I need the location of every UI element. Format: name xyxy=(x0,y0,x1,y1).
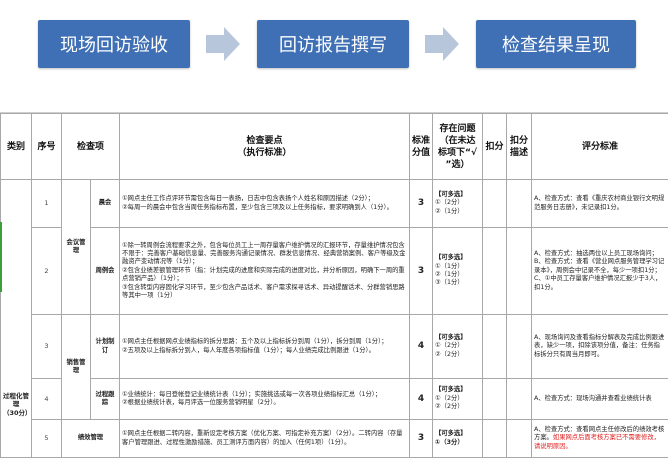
row-deduct-desc[interactable] xyxy=(507,228,532,315)
issue-option[interactable]: ①（3分） xyxy=(435,439,480,447)
issue-option[interactable]: ①（2分） xyxy=(435,342,480,350)
table-row: 5 绩效管理 ①网点主任根据二转内容，重新设定考核方案（优化方案、可指定补充方案… xyxy=(1,420,668,458)
criteria-note-red: 如果网点后面考核方案已不需要修改，请说明原因。 xyxy=(534,434,660,449)
inspection-spreadsheet: 类别 序号 检查项 检查要点 （执行标准） 标准分值 存在问题 （在未达标项下“√ ”… xyxy=(0,112,668,460)
row-criteria: A、检查方式：查看网点主任修改后的绩效考核方案。如果网点后面考核方案已不需要修改… xyxy=(532,420,668,458)
row-issues: 【可多选】①（1分）②（1分）③（1分） xyxy=(433,228,483,315)
inspection-table: 类别 序号 检查项 检查要点 （执行标准） 标准分值 存在问题 （在未达标项下“√ ”… xyxy=(0,113,668,458)
sub-item: 晨会 xyxy=(91,180,120,228)
sub-item: 绩效管理 xyxy=(62,420,120,458)
row-deduct-desc[interactable] xyxy=(507,379,532,420)
row-deduct[interactable] xyxy=(483,315,507,379)
flow-arrow-icon xyxy=(425,27,459,61)
row-score: 4 xyxy=(410,315,433,379)
row-deduct[interactable] xyxy=(483,379,507,420)
sub-item: 过程跟踪 xyxy=(91,379,120,420)
flow-step-result-presentation: 检查结果呈现 xyxy=(476,20,636,68)
row-points: ①网点主任根据网点业绩指标的拆分思路：五个及以上指标拆分到周（1分），拆分到周（… xyxy=(120,315,410,379)
row-issues: 【可多选】①（2分）②（2分） xyxy=(433,379,483,420)
issue-option[interactable]: ②（1分） xyxy=(435,208,480,216)
row-score: 3 xyxy=(410,420,433,458)
row-score: 3 xyxy=(410,228,433,315)
issue-title: 【可多选】 xyxy=(435,430,480,438)
sub-item: 周例会 xyxy=(91,228,120,315)
header-criteria: 评分标准 xyxy=(532,114,668,180)
header-item: 检查项 xyxy=(62,114,120,180)
header-points-sub: （执行标准） xyxy=(238,148,292,158)
row-deduct-desc[interactable] xyxy=(507,420,532,458)
row-criteria: A、检查方式：查看《重庆农村商业银行文明规范服务日志册》，未记录扣1分。 xyxy=(532,180,668,228)
table-row: 过程化管理（30分） 1 会议管理 晨会 ①网点主任工作点评环节需包含每日一表扬… xyxy=(1,180,668,228)
header-score: 标准分值 xyxy=(410,114,433,180)
row-seq: 1 xyxy=(32,180,62,228)
row-issues: 【可多选】①（2分）②（1分） xyxy=(433,180,483,228)
issue-option[interactable]: ②（2分） xyxy=(435,403,480,411)
header-deduct-desc-l2: 描述 xyxy=(510,148,528,158)
header-issue-l1: 存在问题 xyxy=(440,124,476,134)
row-seq: 4 xyxy=(32,379,62,420)
header-deduct: 扣分 xyxy=(483,114,507,180)
row-points: ①网点主任根据二转内容，重新设定考核方案（优化方案、可指定补充方案）（2分）。二… xyxy=(120,420,410,458)
header-score-l2: 分值 xyxy=(412,148,430,158)
row-deduct[interactable] xyxy=(483,420,507,458)
row-criteria: A、检查方式：抽选两位以上员工现场询问；B、检查方式：查看《营业网点服务管理学习… xyxy=(532,228,668,315)
header-points-title: 检查要点 xyxy=(247,136,283,146)
flow-step-report-writing: 回访报告撰写 xyxy=(257,20,409,68)
row-criteria: A、检查方式：现场沟通并查看业绩统计表 xyxy=(532,379,668,420)
group-meeting: 会议管理 xyxy=(62,180,91,315)
issue-option[interactable]: ②（2分） xyxy=(435,351,480,359)
process-flow: 现场回访验收 回访报告撰写 检查结果呈现 xyxy=(0,0,668,92)
category-name-l2: 理 xyxy=(13,400,20,408)
table-row: 3 销售管理 计划制订 ①网点主任根据网点业绩指标的拆分思路：五个及以上指标拆分… xyxy=(1,315,668,379)
header-issue-l4: ”选） xyxy=(446,160,470,170)
flow-arrow-icon xyxy=(206,27,240,61)
header-deduct-desc: 扣分描述 xyxy=(507,114,532,180)
issue-option[interactable]: ③（1分） xyxy=(435,279,480,287)
row-deduct-desc[interactable] xyxy=(507,315,532,379)
issue-option[interactable]: ①（1分） xyxy=(435,263,480,271)
flow-step-label: 检查结果呈现 xyxy=(502,31,610,57)
row-issues: 【可多选】①（3分） xyxy=(433,420,483,458)
row-deduct[interactable] xyxy=(483,228,507,315)
row-points: ①业绩统计：每日登帐登记业绩统计表（1分）；实施挑选或每一次各项业绩指标汇总（1… xyxy=(120,379,410,420)
issue-option[interactable]: ①（2分） xyxy=(435,199,480,207)
sub-item: 计划制订 xyxy=(91,315,120,379)
row-score: 4 xyxy=(410,379,433,420)
header-deduct-desc-l1: 扣分 xyxy=(510,136,528,146)
table-row: 4 过程跟踪 ①业绩统计：每日登帐登记业绩统计表（1分）；实施挑选或每一次各项业… xyxy=(1,379,668,420)
table-row: 2 周例会 ①除一转周例会流程要求之外，包含每位员工上一周存量客户维护情况的汇报… xyxy=(1,228,668,315)
row-points: ①除一转周例会流程要求之外，包含每位员工上一周存量客户维护情况的汇报环节，存量维… xyxy=(120,228,410,315)
row-points: ①网点主任工作点评环节需包含每日一表扬，日志中包含表扬个人姓名和原因描述（2分）… xyxy=(120,180,410,228)
row-criteria: A、现场询问及查看指标分解表及完成比例跟进表，缺少一项，扣除该项分值，备注：任务… xyxy=(532,315,668,379)
flow-step-label: 回访报告撰写 xyxy=(279,31,387,57)
header-points: 检查要点 （执行标准） xyxy=(120,114,410,180)
header-issue-l3: 标项下“√ xyxy=(438,148,477,158)
row-deduct[interactable] xyxy=(483,180,507,228)
category-score: （30分） xyxy=(3,409,32,417)
issue-title: 【可多选】 xyxy=(435,386,480,394)
header-seq: 序号 xyxy=(32,114,62,180)
row-seq: 5 xyxy=(32,420,62,458)
row-issues: 【可多选】①（2分）②（2分） xyxy=(433,315,483,379)
issue-option[interactable]: ①（2分） xyxy=(435,395,480,403)
flow-step-label: 现场回访验收 xyxy=(60,31,168,57)
category-name-l1: 过程化管 xyxy=(3,392,29,400)
header-category: 类别 xyxy=(1,114,32,180)
header-score-l1: 标准 xyxy=(412,136,430,146)
row-selection-indicator xyxy=(0,222,2,292)
group-sales: 销售管理 xyxy=(62,315,91,420)
row-deduct-desc[interactable] xyxy=(507,180,532,228)
header-issue: 存在问题 （在未达标项下“√ ”选） xyxy=(433,114,483,180)
category-cell: 过程化管理（30分） xyxy=(1,180,32,458)
flow-step-onsite-visit: 现场回访验收 xyxy=(38,20,190,68)
issue-title: 【可多选】 xyxy=(435,254,480,262)
row-score: 3 xyxy=(410,180,433,228)
header-issue-l2: （在未达 xyxy=(440,136,476,146)
row-seq: 2 xyxy=(32,228,62,315)
row-seq: 3 xyxy=(32,315,62,379)
